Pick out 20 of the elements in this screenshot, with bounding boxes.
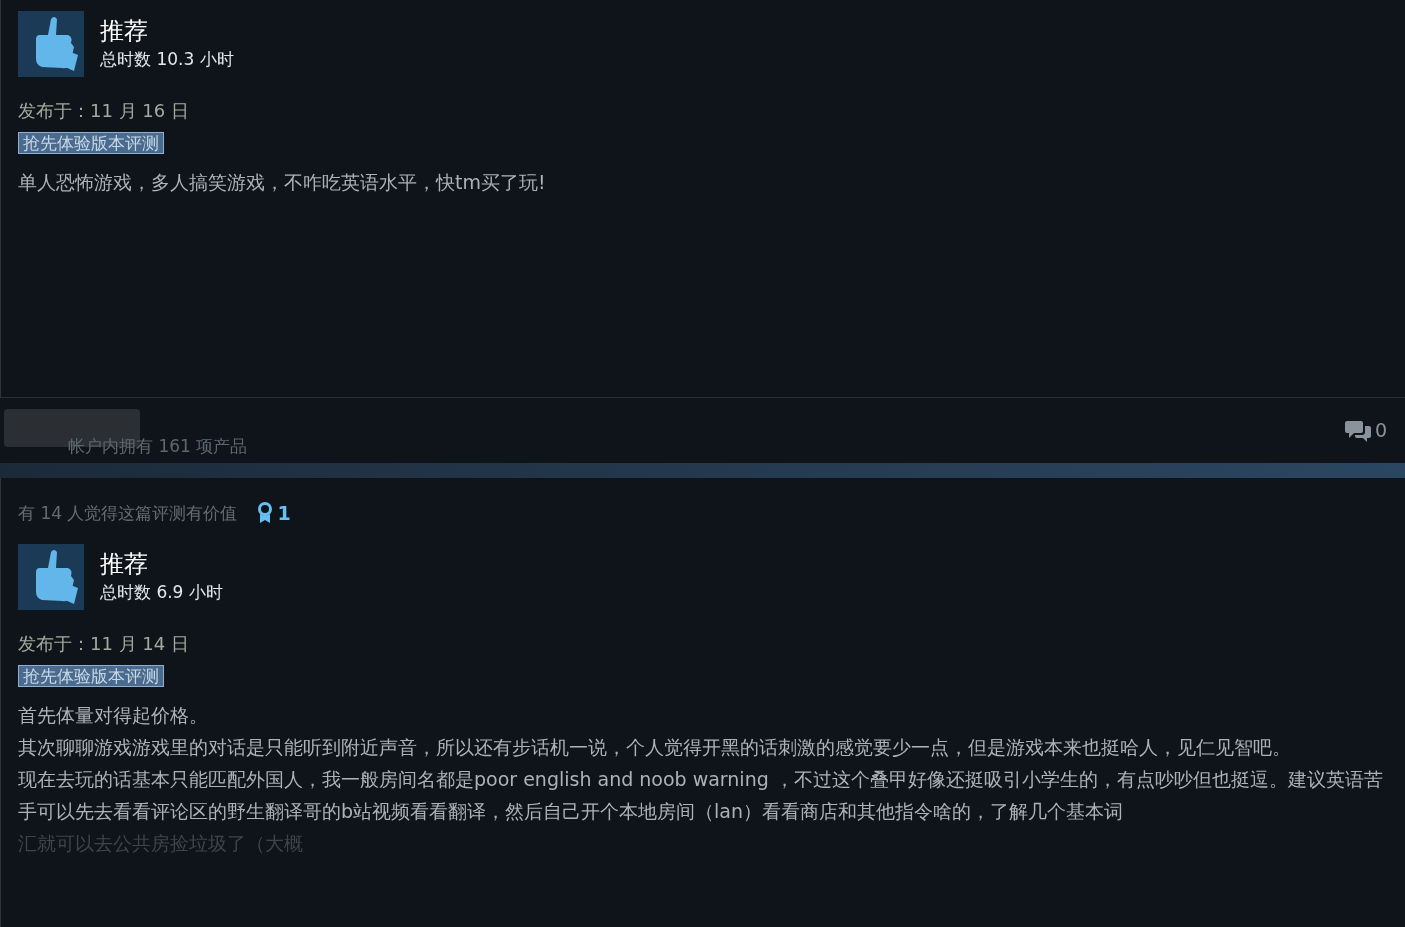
product-count: 帐户内拥有 161 项产品 [68,434,248,458]
thumbs-up-icon [18,543,84,610]
comment-count: 0 [1374,418,1387,444]
award-count: 1 [277,501,291,526]
review-text: 现在去玩的话基本只能匹配外国人，我一般房间名都是poor english and noob warning ，不过这个叠甲好像还挺吸引小学生的，有点吵吵但也挺逗。建议英语苦手可以先去看看评论区的野生翻译哥的b站视频看看翻译，然后自己开个本地房间（lan）看看商店和其他指令啥的，了解几个基本词 [18,766,1384,824]
comment-icon [1344,418,1371,443]
review-text: 其次聊聊游戏游戏里的对话是只能听到附近声音，所以还有步话机一说，个人觉得开黑的话刺激的感觉要少一点，但是游戏本来也挺哈人，见仁见智吧。 [18,734,1292,760]
early-access-tag: 抢先体验版本评测 [18,132,164,154]
posted-date: 发布于：11 月 14 日 [18,631,189,656]
award-ribbon-icon [257,502,274,525]
review-verdict: 推荐 [100,548,149,580]
review-text: 首先体量对得起价格。 [18,702,209,728]
review-verdict: 推荐 [100,16,149,48]
playtime-text: 总时数 10.3 小时 [100,48,234,72]
helpful-count: 有 14 人觉得这篇评测有价值 [18,501,238,525]
playtime-text: 总时数 6.9 小时 [100,580,223,604]
thumbs-up-icon [18,11,84,77]
posted-date: 发布于：11 月 16 日 [18,99,189,123]
early-access-tag: 抢先体验版本评测 [18,664,164,687]
review-text: 单人恐怖游戏，多人搞笑游戏，不咋吃英语水平，快tm买了玩! [18,170,547,195]
